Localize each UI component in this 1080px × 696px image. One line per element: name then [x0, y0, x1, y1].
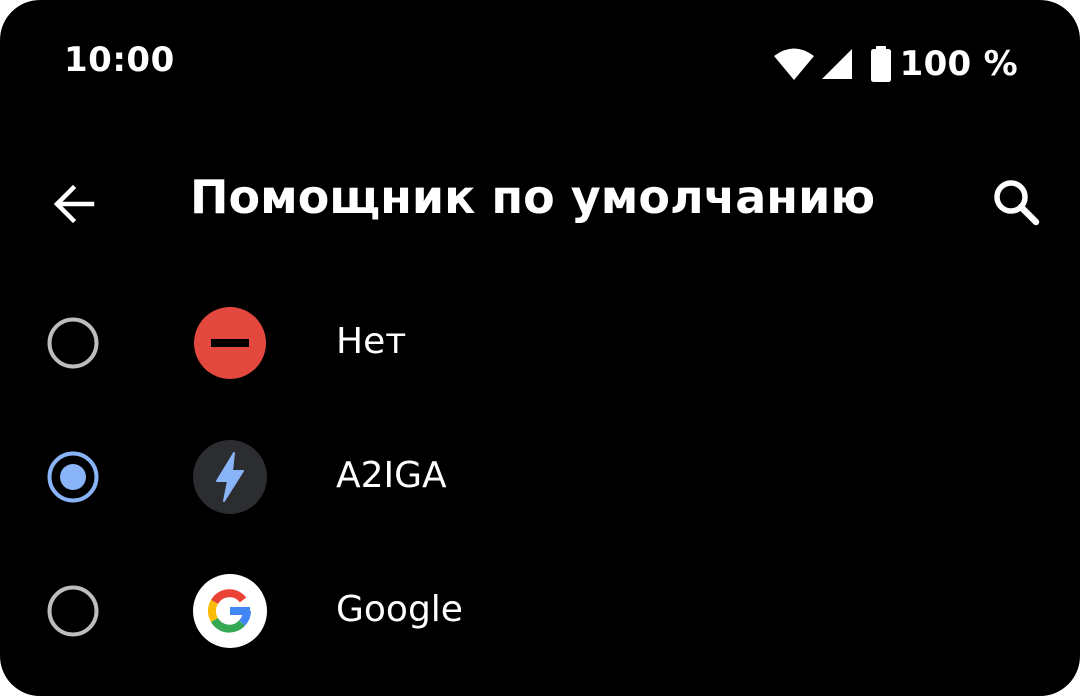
- radio-unselected[interactable]: [46, 316, 100, 370]
- cell-signal-icon: [821, 49, 852, 79]
- status-time: 10:00: [64, 40, 175, 80]
- bolt-icon: [193, 440, 267, 514]
- page-title: Помощник по умолчанию: [190, 170, 876, 224]
- none-icon: [194, 307, 266, 379]
- status-icons: 100 %: [773, 42, 1018, 86]
- google-icon: [193, 574, 267, 648]
- option-google[interactable]: Google: [0, 546, 1080, 676]
- arrow-back-icon: [53, 184, 95, 224]
- screen: 10:00 100 % Помощник по умолчанию Нет A2…: [0, 0, 1080, 696]
- radio-unselected[interactable]: [46, 584, 100, 638]
- battery-icon: [870, 46, 891, 82]
- option-a2iga[interactable]: A2IGA: [0, 412, 1080, 542]
- option-label: Нет: [336, 321, 407, 362]
- option-none[interactable]: Нет: [0, 278, 1080, 408]
- battery-percentage: 100 %: [899, 44, 1018, 84]
- search-button[interactable]: [984, 170, 1048, 234]
- option-label: A2IGA: [336, 455, 447, 496]
- wifi-icon: [773, 48, 814, 80]
- back-button[interactable]: [42, 172, 106, 236]
- radio-selected[interactable]: [46, 450, 100, 504]
- search-icon: [994, 180, 1040, 226]
- option-label: Google: [336, 589, 463, 630]
